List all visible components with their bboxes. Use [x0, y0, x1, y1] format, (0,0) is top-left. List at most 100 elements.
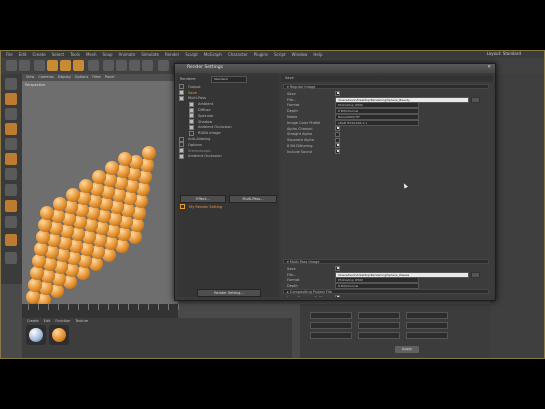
- z-axis-icon[interactable]: [129, 60, 140, 71]
- menu-item-render[interactable]: Render: [165, 52, 179, 57]
- menu-item-select[interactable]: Select: [52, 52, 64, 57]
- setting-checkbox[interactable]: [335, 126, 340, 132]
- tree-item-checkbox[interactable]: [179, 142, 184, 148]
- menu-item-mesh[interactable]: Mesh: [86, 52, 97, 57]
- rotation-p-field[interactable]: [406, 322, 448, 329]
- size-y-field[interactable]: [358, 322, 400, 329]
- perspective-viewport[interactable]: View Cameras Display Options Filter Panel Per…: [22, 74, 178, 307]
- my-render-setting[interactable]: My Render Setting: [180, 204, 222, 210]
- effect-button[interactable]: Effect...: [180, 195, 226, 203]
- tree-item-checkbox[interactable]: [189, 107, 194, 113]
- tweak-mode-icon[interactable]: [5, 184, 17, 196]
- viewport-menu-options[interactable]: Options: [75, 75, 89, 79]
- layout-selector[interactable]: Layout: Standard: [487, 51, 521, 56]
- menu-item-window[interactable]: Window: [292, 52, 308, 57]
- menu-item-sculpt[interactable]: Sculpt: [185, 52, 198, 57]
- close-icon[interactable]: ✕: [487, 65, 491, 70]
- render-view-icon[interactable]: [158, 60, 169, 71]
- menu-item-create[interactable]: Create: [32, 52, 45, 57]
- move-tool-icon[interactable]: [47, 60, 58, 71]
- setting-checkbox[interactable]: [335, 143, 340, 149]
- position-x-field[interactable]: [310, 312, 352, 319]
- position-y-field[interactable]: [310, 322, 352, 329]
- tree-item-checkbox[interactable]: [179, 84, 184, 90]
- polygons-mode-icon[interactable]: [5, 153, 17, 165]
- viewport-menu-filter[interactable]: Filter: [92, 75, 101, 79]
- compositing-header[interactable]: ▸ Compositing Project File: [283, 289, 489, 294]
- menu-item-edit[interactable]: Edit: [19, 52, 27, 57]
- planar-workplane-icon[interactable]: [5, 252, 17, 264]
- tree-item-checkbox[interactable]: [179, 136, 184, 142]
- coordinate-system-icon[interactable]: [142, 60, 153, 71]
- x-axis-icon[interactable]: [103, 60, 114, 71]
- render-setting-button[interactable]: Render Setting...: [197, 289, 261, 297]
- material-menu-edit[interactable]: Edit: [44, 319, 51, 323]
- undo-icon[interactable]: [6, 60, 17, 71]
- timeline[interactable]: [22, 304, 179, 318]
- menu-item-simulate[interactable]: Simulate: [141, 52, 159, 57]
- tree-item-checkbox[interactable]: [189, 101, 194, 107]
- locked-workplane-icon[interactable]: [5, 234, 17, 246]
- setting-checkbox[interactable]: [335, 137, 340, 143]
- position-z-field[interactable]: [310, 332, 352, 339]
- tree-item-label: Ambient Occlusion: [198, 125, 232, 130]
- redo-icon[interactable]: [19, 60, 30, 71]
- material-menu-texture[interactable]: Texture: [75, 319, 88, 323]
- menu-item-help[interactable]: Help: [313, 52, 322, 57]
- tree-item-checkbox[interactable]: [179, 153, 184, 159]
- viewport-menu-display[interactable]: Display: [58, 75, 71, 79]
- tree-item-checkbox[interactable]: [189, 124, 194, 130]
- workplane-icon[interactable]: [5, 216, 17, 228]
- size-z-field[interactable]: [358, 332, 400, 339]
- tree-item-checkbox[interactable]: [179, 148, 184, 154]
- points-mode-icon[interactable]: [5, 123, 17, 135]
- model-mode-icon[interactable]: [5, 93, 17, 105]
- material-menu-function[interactable]: Function: [55, 319, 70, 323]
- renderer-dropdown[interactable]: Standard: [211, 76, 247, 83]
- tree-item[interactable]: Ambient Occlusion: [179, 153, 277, 160]
- setting-checkbox[interactable]: [335, 91, 340, 97]
- setting-checkbox[interactable]: [335, 295, 340, 297]
- menu-item-snap[interactable]: Snap: [102, 52, 112, 57]
- tree-item-checkbox[interactable]: [189, 130, 194, 136]
- viewport-menu-cameras[interactable]: Cameras: [38, 75, 54, 79]
- menu-item-mograph[interactable]: MoGraph: [204, 52, 222, 57]
- scale-tool-icon[interactable]: [60, 60, 71, 71]
- setting-checkbox[interactable]: [335, 131, 340, 137]
- edges-mode-icon[interactable]: [5, 138, 17, 150]
- snapping-icon[interactable]: [5, 200, 17, 212]
- menu-item-script[interactable]: Script: [274, 52, 286, 57]
- tree-item-checkbox[interactable]: [189, 119, 194, 125]
- tree-item-checkbox[interactable]: [179, 95, 184, 101]
- size-x-field[interactable]: [358, 312, 400, 319]
- dialog-titlebar[interactable]: Render Settings ✕: [175, 64, 495, 73]
- viewport-menu-view[interactable]: View: [26, 75, 34, 79]
- menu-item-file[interactable]: File: [6, 52, 13, 57]
- texture-mode-icon[interactable]: [5, 108, 17, 120]
- setting-checkbox[interactable]: [335, 266, 340, 272]
- material-swatch-2[interactable]: [49, 325, 69, 345]
- multipass-button[interactable]: Multi-Pass...: [229, 195, 277, 203]
- live-selection-icon[interactable]: [34, 60, 45, 71]
- regular-image-header[interactable]: ▾ Regular Image: [283, 84, 489, 89]
- make-editable-icon[interactable]: [5, 78, 17, 90]
- rotation-b-field[interactable]: [406, 332, 448, 339]
- tree-item-checkbox[interactable]: [189, 113, 194, 119]
- menu-item-plugins[interactable]: Plugins: [254, 52, 268, 57]
- viewport-menu-panel[interactable]: Panel: [105, 75, 114, 79]
- axis-mode-icon[interactable]: [5, 168, 17, 180]
- rotate-tool-icon[interactable]: [73, 60, 84, 71]
- menu-item-tools[interactable]: Tools: [70, 52, 80, 57]
- tab-save[interactable]: Save: [285, 76, 294, 80]
- menu-item-animate[interactable]: Animate: [119, 52, 136, 57]
- tree-item-checkbox[interactable]: [179, 90, 184, 96]
- apply-button[interactable]: Apply: [395, 346, 419, 353]
- y-axis-icon[interactable]: [116, 60, 127, 71]
- setting-checkbox[interactable]: [335, 149, 340, 155]
- recent-tools-icon[interactable]: [88, 60, 99, 71]
- menu-item-character[interactable]: Character: [228, 52, 248, 57]
- rotation-h-field[interactable]: [406, 312, 448, 319]
- material-swatch-1[interactable]: [26, 325, 46, 345]
- multipass-image-header[interactable]: ▾ Multi-Pass Image: [283, 259, 489, 264]
- material-menu-create[interactable]: Create: [27, 319, 39, 323]
